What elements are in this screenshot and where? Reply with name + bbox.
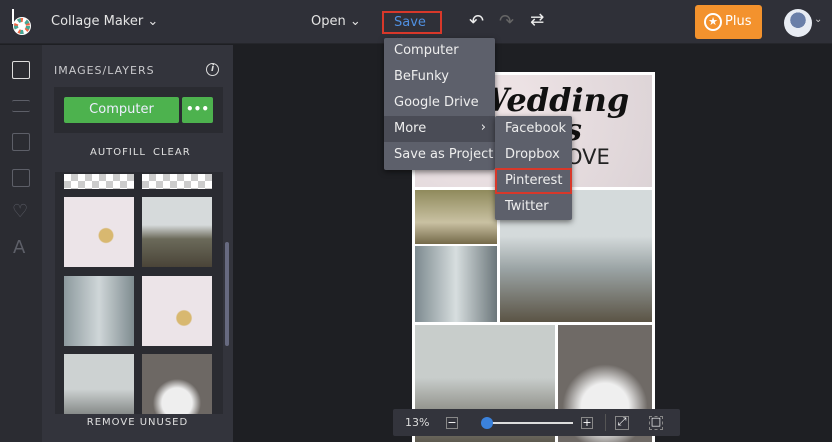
redo-icon[interactable]: ↷ xyxy=(499,11,514,32)
menu-item-facebook[interactable]: Facebook xyxy=(495,116,572,142)
collage-photo-cell[interactable] xyxy=(415,190,497,244)
more-label: More xyxy=(394,121,427,136)
chevron-down-icon: ⌄ xyxy=(147,14,159,29)
open-menu[interactable]: Open ⌄ xyxy=(311,14,361,29)
thumbnail-transparent[interactable] xyxy=(142,174,212,189)
plus-upgrade-button[interactable]: ★ Plus xyxy=(695,5,762,39)
save-dropdown-menu: Computer BeFunky Google Drive More › Save… xyxy=(384,38,495,170)
more-sources-button[interactable]: ••• xyxy=(182,97,213,123)
zoom-out-button[interactable]: − xyxy=(446,417,458,429)
image-icon[interactable] xyxy=(12,61,30,79)
tool-rail: ♡ A xyxy=(0,45,42,442)
thumbnail-image[interactable] xyxy=(64,197,134,267)
clear-button[interactable]: CLEAR xyxy=(153,147,191,158)
image-thumbnails xyxy=(55,172,223,414)
thumbnail-transparent[interactable] xyxy=(64,174,134,189)
menu-item-pinterest[interactable]: Pinterest xyxy=(495,168,572,194)
texture-icon[interactable] xyxy=(12,169,30,187)
zoom-in-button[interactable]: + xyxy=(581,417,593,429)
fullscreen-icon[interactable]: □ xyxy=(649,416,663,430)
menu-item-save-as-project[interactable]: Save as Project xyxy=(384,142,495,170)
avatar[interactable] xyxy=(784,9,812,37)
menu-item-computer[interactable]: Computer xyxy=(384,38,495,64)
thumbnail-image[interactable] xyxy=(142,197,212,267)
thumbnail-image[interactable] xyxy=(142,354,212,414)
thumbnail-image[interactable] xyxy=(64,354,134,414)
save-menu-button[interactable]: Save ⌄ xyxy=(382,11,442,45)
collage-title-text: Wedding xyxy=(473,81,630,119)
undo-icon[interactable]: ↶ xyxy=(469,11,484,32)
save-label: Save xyxy=(394,15,426,30)
thumbnail-image[interactable] xyxy=(64,276,134,346)
zoom-level: 13% xyxy=(405,416,430,429)
text-icon[interactable]: A xyxy=(13,237,25,258)
plus-label: Plus xyxy=(725,14,752,29)
chevron-down-icon: ⌄ xyxy=(349,14,361,29)
menu-item-twitter[interactable]: Twitter xyxy=(495,194,572,220)
fit-icon[interactable]: ⤢ xyxy=(615,416,629,430)
zoom-slider[interactable] xyxy=(486,422,573,424)
replace-icon[interactable]: ⇄ xyxy=(530,10,544,30)
app-menu[interactable]: Collage Maker ⌄ xyxy=(51,14,158,29)
layout-icon[interactable] xyxy=(12,133,30,151)
chevron-down-icon[interactable]: ⌄ xyxy=(814,14,822,25)
menu-item-more[interactable]: More › xyxy=(384,116,495,142)
collage-photo-cell[interactable] xyxy=(415,246,497,322)
panel-title: IMAGES/LAYERS xyxy=(54,64,155,77)
open-label: Open xyxy=(311,14,346,29)
more-submenu: Facebook Dropbox Pinterest Twitter xyxy=(495,116,572,220)
sliders-icon[interactable] xyxy=(12,100,30,112)
menu-item-dropbox[interactable]: Dropbox xyxy=(495,142,572,168)
app-name: Collage Maker xyxy=(51,14,144,29)
zoom-bar: 13% − + ⤢ □ xyxy=(393,409,680,436)
autofill-button[interactable]: AUTOFILL xyxy=(90,147,146,158)
menu-item-google-drive[interactable]: Google Drive xyxy=(384,90,495,116)
befunky-logo[interactable] xyxy=(10,8,34,36)
divider xyxy=(605,414,606,431)
zoom-slider-handle[interactable] xyxy=(480,417,493,429)
star-icon: ★ xyxy=(704,13,722,31)
chevron-right-icon: › xyxy=(480,120,486,135)
upload-computer-button[interactable]: Computer xyxy=(64,97,179,123)
heart-icon[interactable]: ♡ xyxy=(12,201,28,222)
thumbnail-image[interactable] xyxy=(142,276,212,346)
remove-unused-button[interactable]: REMOVE UNUSED xyxy=(42,417,233,428)
thumbnail-scrollbar[interactable] xyxy=(225,242,229,346)
menu-item-befunky[interactable]: BeFunky xyxy=(384,64,495,90)
info-icon[interactable]: i xyxy=(206,63,219,76)
